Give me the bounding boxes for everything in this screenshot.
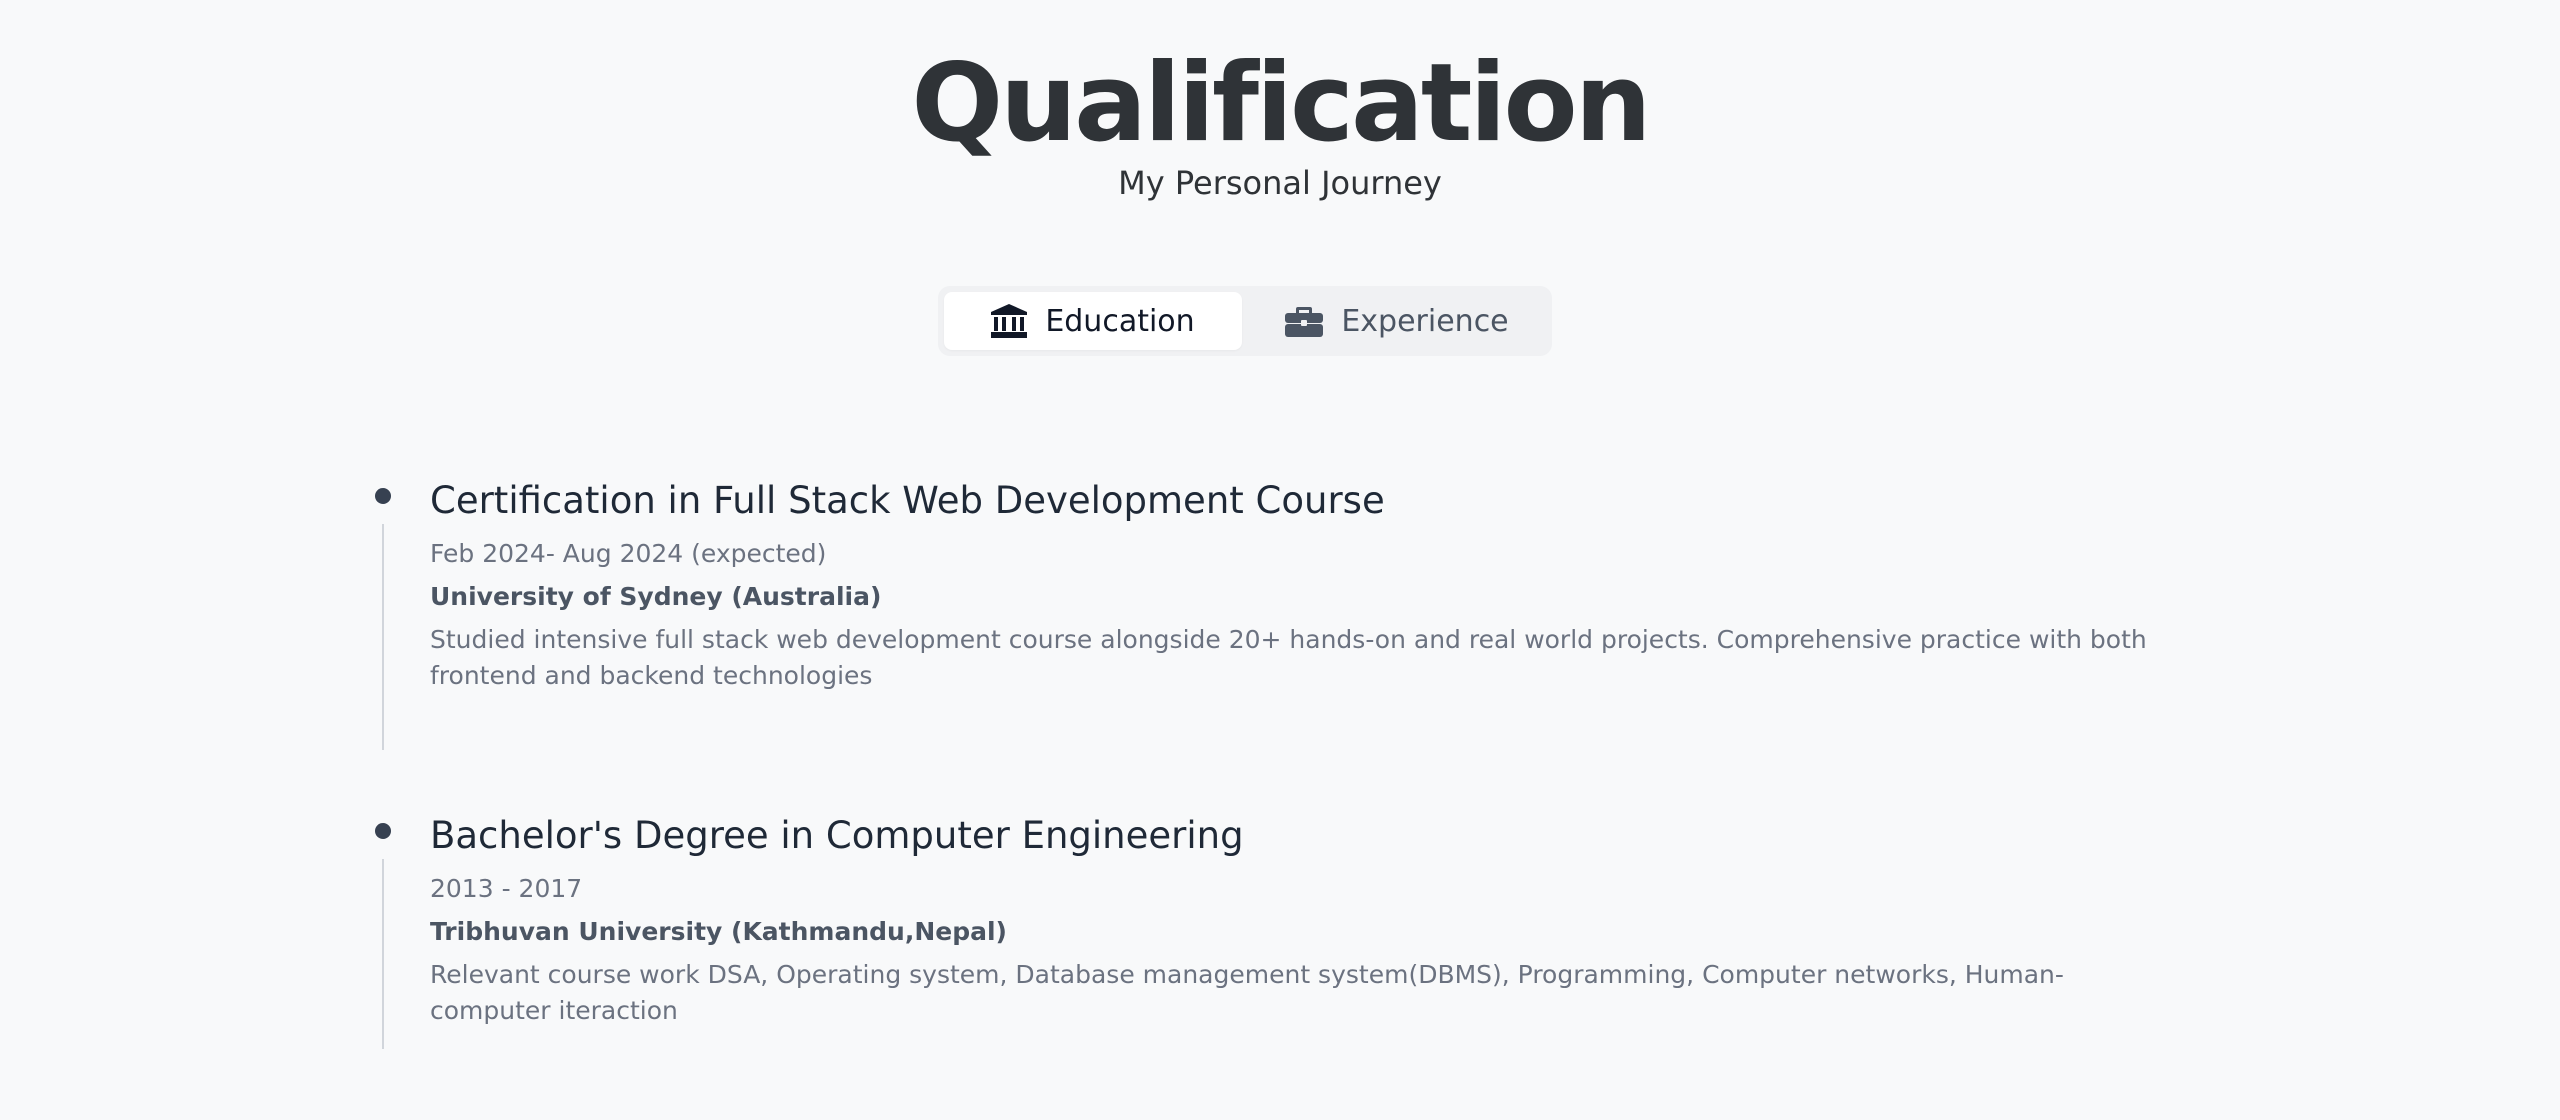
- entry-date: Feb 2024- Aug 2024 (expected): [430, 539, 827, 568]
- entry-title: Bachelor's Degree in Computer Engineerin…: [430, 814, 1244, 857]
- timeline-line: [382, 859, 384, 1049]
- tab-experience-label: Experience: [1341, 303, 1509, 339]
- briefcase-icon: [1285, 305, 1324, 337]
- timeline-entry: Certification in Full Stack Web Developm…: [360, 470, 2160, 805]
- university-icon: [991, 304, 1028, 338]
- tab-experience[interactable]: Experience: [1248, 292, 1546, 350]
- entry-institution: University of Sydney (Australia): [430, 582, 882, 611]
- timeline-dot: [375, 488, 391, 504]
- qualification-tabs: Education Experience: [938, 286, 1552, 356]
- education-timeline: Certification in Full Stack Web Developm…: [360, 470, 2160, 1049]
- entry-description: Relevant course work DSA, Operating syst…: [430, 960, 2064, 1025]
- timeline-dot: [375, 823, 391, 839]
- entry-date: 2013 - 2017: [430, 874, 583, 903]
- tab-education[interactable]: Education: [944, 292, 1242, 350]
- page-subtitle: My Personal Journey: [1118, 164, 1442, 202]
- entry-title: Certification in Full Stack Web Developm…: [430, 479, 1385, 522]
- timeline-entry: Bachelor's Degree in Computer Engineerin…: [360, 805, 2160, 1049]
- entry-institution: Tribhuvan University (Kathmandu,Nepal): [430, 917, 1007, 946]
- qualification-section: Qualification My Personal Journey Educat…: [0, 0, 2560, 1120]
- page-title: Qualification: [911, 41, 1651, 166]
- timeline-line: [382, 524, 384, 750]
- entry-description: Studied intensive full stack web develop…: [430, 625, 2147, 690]
- tab-education-label: Education: [1045, 303, 1195, 339]
